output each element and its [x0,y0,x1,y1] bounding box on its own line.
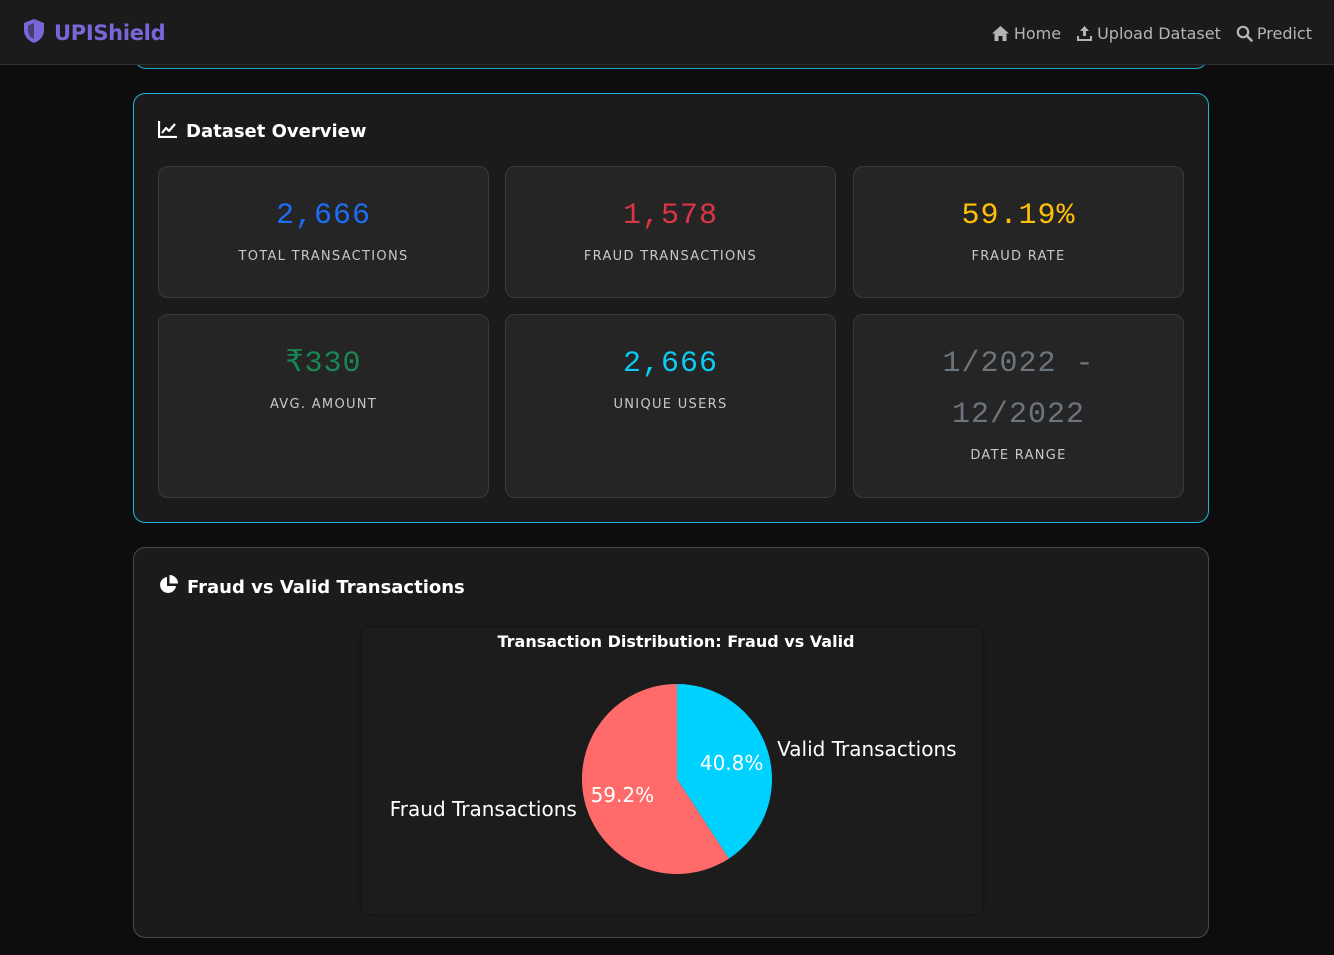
pie-chart: Transaction Distribution: Fraud vs Valid… [390,632,957,874]
pie-chart-icon [158,574,179,600]
nav-upload-label: Upload Dataset [1097,23,1221,43]
dataset-overview-heading: Dataset Overview [157,120,367,143]
upload-icon [1076,25,1093,42]
stat-total-transactions: 2,666 TOTAL TRANSACTIONS [158,166,489,298]
pie-percent-label: 59.2% [591,783,655,807]
nav-home-label: Home [1013,23,1062,43]
nav-upload-link[interactable]: Upload Dataset [1076,24,1221,43]
brand-name: UPIShield [54,21,166,45]
pie-percent-label: 40.8% [700,751,764,775]
stat-fraud-rate: 59.19% FRAUD RATE [853,166,1184,298]
chart-title: Transaction Distribution: Fraud vs Valid [497,632,854,651]
fraud-vs-valid-heading: Fraud vs Valid Transactions [158,574,465,600]
stat-label: DATE RANGE [970,448,1067,463]
stat-value: 1,578 [622,199,718,233]
pie-category-label: Fraud Transactions [390,797,577,821]
stat-value: 59.19% [961,199,1076,233]
stat-unique-users: 2,666 UNIQUE USERS [505,314,836,498]
dataset-overview-card: Dataset Overview 2,666 TOTAL TRANSACTION… [133,93,1209,523]
nav-links: Home Upload Dataset Predict [991,20,1312,46]
fraud-vs-valid-title: Fraud vs Valid Transactions [187,576,465,598]
stat-label: UNIQUE USERS [613,397,728,412]
fraud-vs-valid-card: Fraud vs Valid Transactions Transaction … [133,547,1209,938]
line-chart-icon [157,120,178,143]
stat-value: ₹330 [285,347,362,381]
stat-value: 2,666 [622,347,718,381]
nav-predict-link[interactable]: Predict [1236,24,1312,43]
search-icon [1236,25,1253,42]
stat-label: TOTAL TRANSACTIONS [238,249,409,264]
pie-category-label: Valid Transactions [777,737,956,761]
nav-predict-label: Predict [1256,23,1312,43]
home-icon [991,25,1010,42]
stat-value-end: 12/2022 [951,398,1086,432]
pie-chart-container: Transaction Distribution: Fraud vs Valid… [362,628,982,914]
stat-label: FRAUD RATE [971,249,1066,264]
shield-icon [22,18,46,49]
stat-fraud-transactions: 1,578 FRAUD TRANSACTIONS [505,166,836,298]
stat-value: 2,666 [275,199,371,233]
dataset-overview-title: Dataset Overview [186,121,367,142]
nav-home-link[interactable]: Home [991,24,1061,43]
stat-label: AVG. AMOUNT [269,397,378,412]
stat-date-range: 1/2022 - 12/2022 DATE RANGE [853,314,1184,498]
stat-avg-amount: ₹330 AVG. AMOUNT [158,314,489,498]
stat-value-start: 1/2022 - [942,347,1095,381]
stat-label: FRAUD TRANSACTIONS [583,249,758,264]
brand-logo[interactable]: UPIShield [22,18,166,49]
top-navbar: UPIShield Home Upload Dataset Predict [0,0,1334,65]
